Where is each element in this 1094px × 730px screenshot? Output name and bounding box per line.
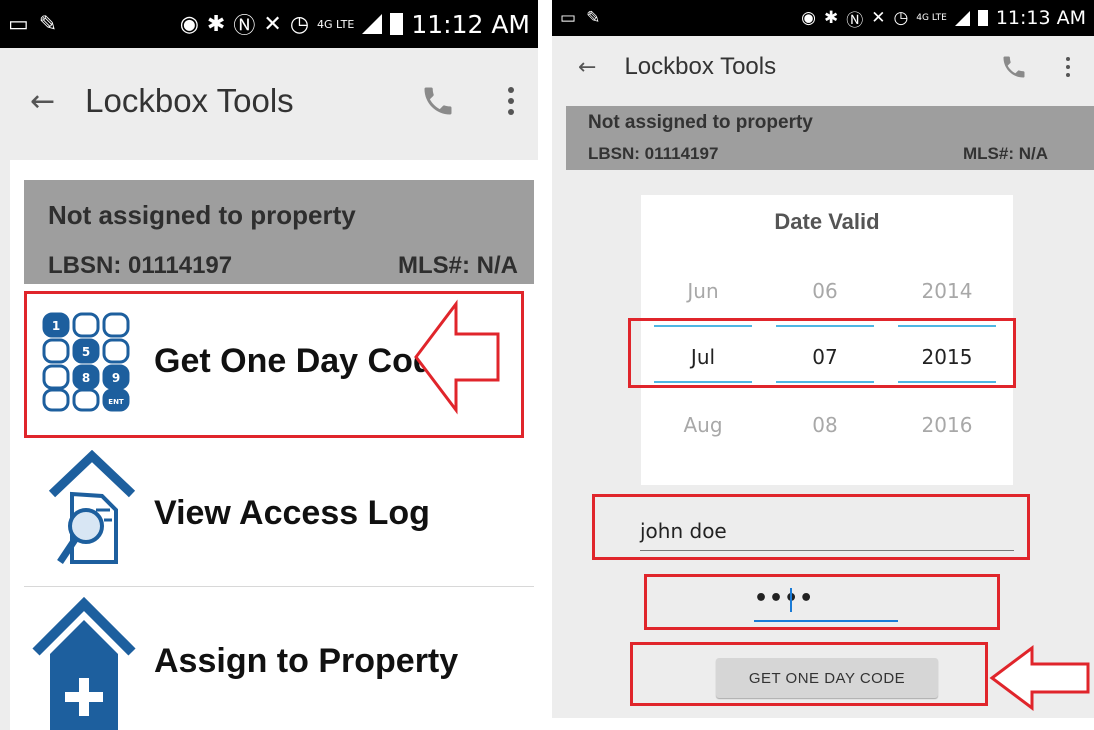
network-icon: 4G LTE bbox=[916, 13, 947, 23]
battery-icon bbox=[390, 13, 404, 35]
bluetooth-icon: ✱ bbox=[206, 11, 226, 37]
name-highlight-box bbox=[592, 494, 1030, 560]
assignment-status: Not assigned to property bbox=[48, 200, 356, 230]
mls-label: MLS#: N/A bbox=[963, 144, 1048, 163]
overflow-menu-icon[interactable] bbox=[1066, 57, 1070, 77]
nfc-icon: Ⓝ bbox=[233, 14, 256, 39]
status-bar: ▭ ✎ ◉ ✱ Ⓝ ✕ ◷ 4G LTE 11:13 AM bbox=[552, 0, 1094, 36]
eye-icon: ◉ bbox=[801, 8, 816, 28]
lbsn-label: LBSN: 01114197 bbox=[48, 252, 233, 279]
arrow-pointer-icon bbox=[989, 645, 1090, 711]
screenshot-icon: ▭ bbox=[560, 8, 577, 28]
app-toolbar: ← Lockbox Tools bbox=[552, 36, 1094, 98]
year-prev[interactable]: 2014 bbox=[899, 279, 995, 303]
mls-label: MLS#: N/A bbox=[398, 252, 518, 279]
arrow-pointer-icon bbox=[414, 299, 500, 415]
signal-icon bbox=[954, 10, 970, 26]
year-next[interactable]: 2016 bbox=[899, 413, 995, 437]
nfc-icon: Ⓝ bbox=[846, 10, 864, 31]
mute-icon: ✕ bbox=[263, 11, 282, 37]
pencil-icon: ✎ bbox=[38, 11, 58, 37]
house-plus-icon bbox=[32, 596, 136, 730]
pin-highlight-box bbox=[644, 574, 1000, 630]
lockbox-info-header: Not assigned to property LBSN: 01114197 … bbox=[24, 180, 534, 284]
status-time: 11:13 AM bbox=[995, 7, 1086, 29]
mute-icon: ✕ bbox=[871, 8, 886, 28]
alarm-icon: ◷ bbox=[893, 8, 909, 28]
toolbar-title: Lockbox Tools bbox=[85, 82, 294, 119]
network-icon: 4G LTE bbox=[317, 17, 355, 31]
pencil-icon: ✎ bbox=[586, 8, 601, 28]
alarm-icon: ◷ bbox=[289, 11, 310, 37]
phone-icon[interactable] bbox=[420, 83, 456, 119]
date-highlight-box bbox=[628, 318, 1016, 388]
month-next[interactable]: Aug bbox=[655, 413, 751, 437]
back-arrow-icon[interactable]: ← bbox=[578, 55, 596, 80]
lbsn-label: LBSN: 01114197 bbox=[588, 144, 719, 163]
tools-card: Not assigned to property LBSN: 01114197 … bbox=[10, 160, 538, 730]
back-arrow-icon[interactable]: ← bbox=[30, 84, 55, 119]
battery-icon bbox=[977, 10, 988, 26]
status-bar: ▭ ✎ ◉ ✱ Ⓝ ✕ ◷ 4G LTE 11:12 AM bbox=[0, 0, 538, 48]
access-log-icon bbox=[48, 450, 136, 564]
screenshot-icon: ▭ bbox=[8, 11, 29, 37]
button-highlight-box bbox=[630, 642, 988, 706]
month-prev[interactable]: Jun bbox=[655, 279, 751, 303]
day-next[interactable]: 08 bbox=[777, 413, 873, 437]
phone-icon[interactable] bbox=[1000, 53, 1028, 81]
eye-icon: ◉ bbox=[179, 11, 199, 37]
menu-item-label: Assign to Property bbox=[154, 642, 459, 680]
status-time: 11:12 AM bbox=[411, 9, 530, 39]
bluetooth-icon: ✱ bbox=[823, 8, 839, 28]
day-prev[interactable]: 06 bbox=[777, 279, 873, 303]
left-screenshot: ▭ ✎ ◉ ✱ Ⓝ ✕ ◷ 4G LTE 11:12 AM ← Lockbox … bbox=[0, 0, 538, 730]
menu-item-assign-to-property[interactable]: Assign to Property bbox=[24, 588, 534, 730]
app-toolbar: ← Lockbox Tools bbox=[0, 48, 538, 154]
menu-item-view-access-log[interactable]: View Access Log bbox=[24, 440, 534, 587]
toolbar-title: Lockbox Tools bbox=[624, 53, 777, 80]
assignment-status: Not assigned to property bbox=[588, 112, 813, 133]
overflow-menu-icon[interactable] bbox=[508, 87, 514, 115]
lockbox-info-header: Not assigned to property LBSN: 01114197 … bbox=[566, 106, 1094, 170]
signal-icon bbox=[362, 14, 383, 34]
date-picker-title: Date Valid bbox=[774, 209, 880, 234]
menu-item-label: View Access Log bbox=[154, 494, 430, 532]
